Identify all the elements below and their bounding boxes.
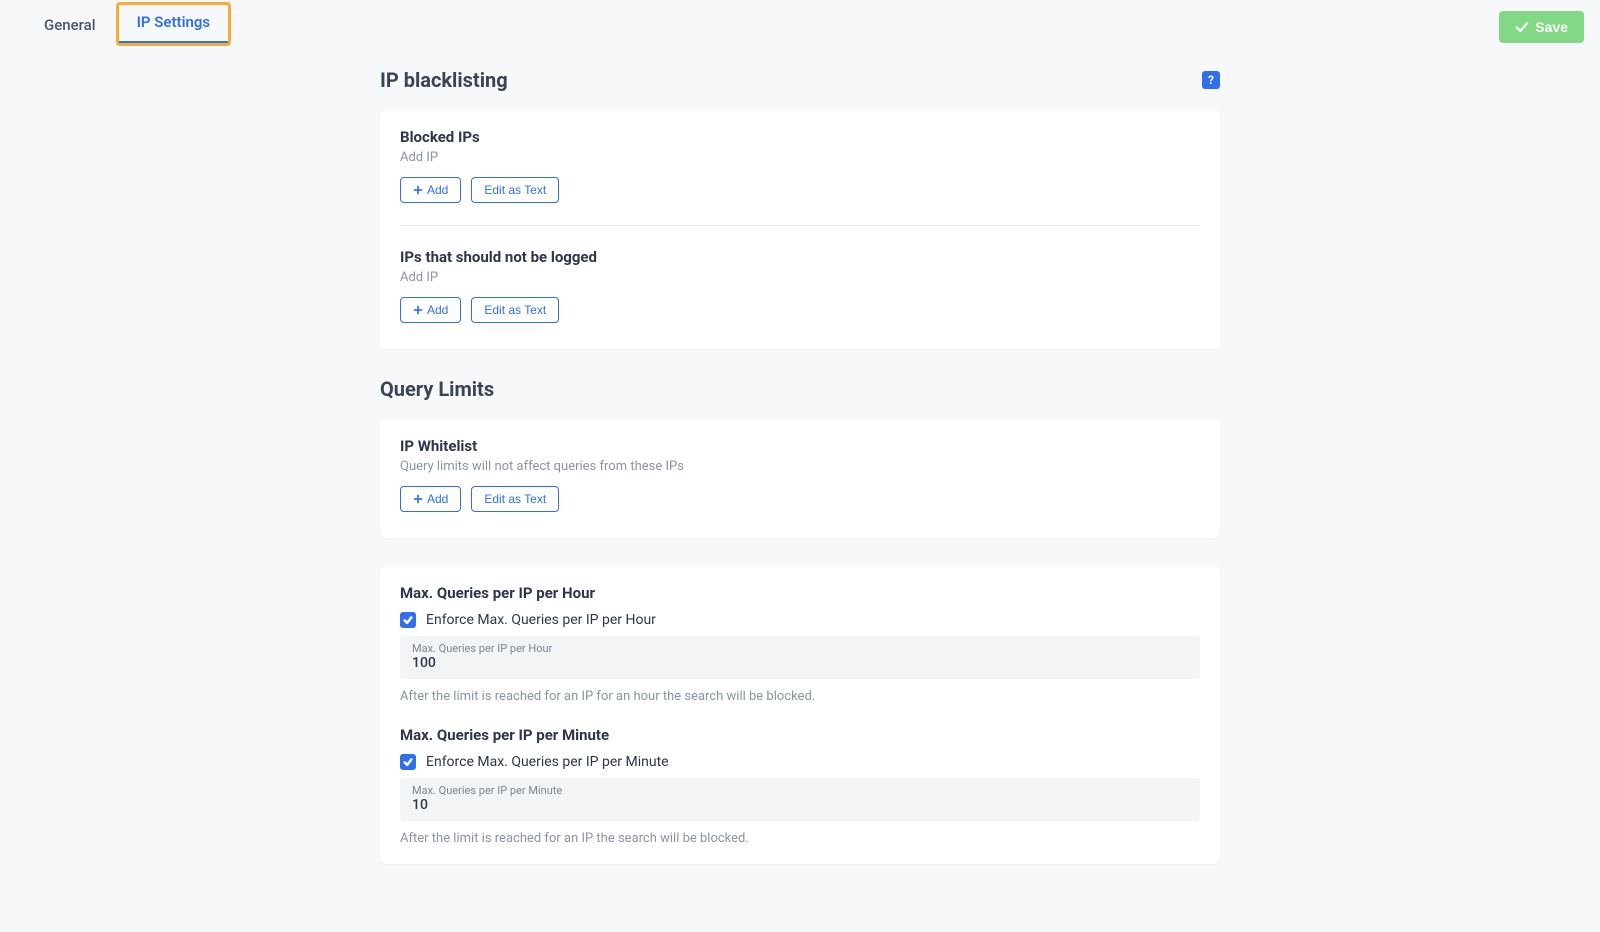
check-icon (403, 615, 413, 625)
tab-ip-settings-highlight: IP Settings (116, 2, 232, 46)
gap (380, 704, 1220, 726)
blocked-ips-block: Blocked IPs Add IP Add Edit as Text (380, 128, 1220, 203)
per-minute-input[interactable]: Max. Queries per IP per Minute 10 (400, 778, 1200, 821)
per-minute-title: Max. Queries per IP per Minute (400, 726, 1200, 744)
ip-whitelist-title: IP Whitelist (400, 437, 1200, 455)
not-logged-ips-buttons: Add Edit as Text (400, 297, 1200, 323)
per-minute-checkbox[interactable] (400, 754, 416, 770)
edit-button-label: Edit as Text (484, 303, 546, 317)
per-minute-input-value: 10 (412, 797, 1188, 813)
ip-whitelist-buttons: Add Edit as Text (400, 486, 1200, 512)
per-hour-check-row: Enforce Max. Queries per IP per Hour (400, 612, 1200, 628)
per-hour-input-value: 100 (412, 655, 1188, 671)
add-button-label: Add (427, 303, 448, 317)
tabs: General IP Settings (28, 8, 231, 46)
per-hour-input[interactable]: Max. Queries per IP per Hour 100 (400, 636, 1200, 679)
ip-blacklisting-title: IP blacklisting (380, 68, 508, 92)
edit-button-label: Edit as Text (484, 492, 546, 506)
whitelist-add-button[interactable]: Add (400, 486, 461, 512)
not-logged-edit-as-text-button[interactable]: Edit as Text (471, 297, 559, 323)
save-button[interactable]: Save (1499, 11, 1584, 43)
blocked-ips-buttons: Add Edit as Text (400, 177, 1200, 203)
not-logged-ips-block: IPs that should not be logged Add IP Add… (380, 248, 1220, 323)
blocked-ips-add-button[interactable]: Add (400, 177, 461, 203)
check-icon (1515, 20, 1529, 34)
per-hour-block: Max. Queries per IP per Hour Enforce Max… (380, 584, 1220, 704)
ip-whitelist-desc: Query limits will not affect queries fro… (400, 459, 1200, 474)
not-logged-ips-desc: Add IP (400, 270, 1200, 285)
per-minute-check-label: Enforce Max. Queries per IP per Minute (426, 754, 669, 770)
query-limits-title: Query Limits (380, 377, 1220, 401)
save-button-label: Save (1535, 19, 1568, 35)
content: IP blacklisting ? Blocked IPs Add IP Add… (370, 68, 1230, 932)
topbar: General IP Settings Save (0, 0, 1600, 46)
per-minute-input-label: Max. Queries per IP per Minute (412, 784, 1188, 797)
tab-general[interactable]: General (28, 6, 112, 46)
per-minute-helper: After the limit is reached for an IP the… (400, 831, 1200, 846)
add-button-label: Add (427, 492, 448, 506)
per-minute-check-row: Enforce Max. Queries per IP per Minute (400, 754, 1200, 770)
per-hour-checkbox[interactable] (400, 612, 416, 628)
edit-button-label: Edit as Text (484, 183, 546, 197)
blocked-ips-title: Blocked IPs (400, 128, 1200, 146)
plus-icon (413, 494, 423, 504)
per-minute-block: Max. Queries per IP per Minute Enforce M… (380, 726, 1220, 846)
ip-blacklisting-card: Blocked IPs Add IP Add Edit as Text IPs … (380, 110, 1220, 349)
plus-icon (413, 185, 423, 195)
per-hour-input-label: Max. Queries per IP per Hour (412, 642, 1188, 655)
per-hour-check-label: Enforce Max. Queries per IP per Hour (426, 612, 656, 628)
add-button-label: Add (427, 183, 448, 197)
ip-whitelist-block: IP Whitelist Query limits will not affec… (380, 437, 1220, 512)
plus-icon (413, 305, 423, 315)
check-icon (403, 757, 413, 767)
per-hour-title: Max. Queries per IP per Hour (400, 584, 1200, 602)
blocked-ips-edit-as-text-button[interactable]: Edit as Text (471, 177, 559, 203)
tab-ip-settings[interactable]: IP Settings (119, 5, 229, 43)
help-icon[interactable]: ? (1202, 71, 1220, 89)
whitelist-edit-as-text-button[interactable]: Edit as Text (471, 486, 559, 512)
query-limits-card: Max. Queries per IP per Hour Enforce Max… (380, 566, 1220, 864)
section-head-ip-blacklisting: IP blacklisting ? (380, 68, 1220, 92)
ip-whitelist-card: IP Whitelist Query limits will not affec… (380, 419, 1220, 538)
per-hour-helper: After the limit is reached for an IP for… (400, 689, 1200, 704)
divider (400, 225, 1200, 226)
blocked-ips-desc: Add IP (400, 150, 1200, 165)
not-logged-add-button[interactable]: Add (400, 297, 461, 323)
not-logged-ips-title: IPs that should not be logged (400, 248, 1200, 266)
